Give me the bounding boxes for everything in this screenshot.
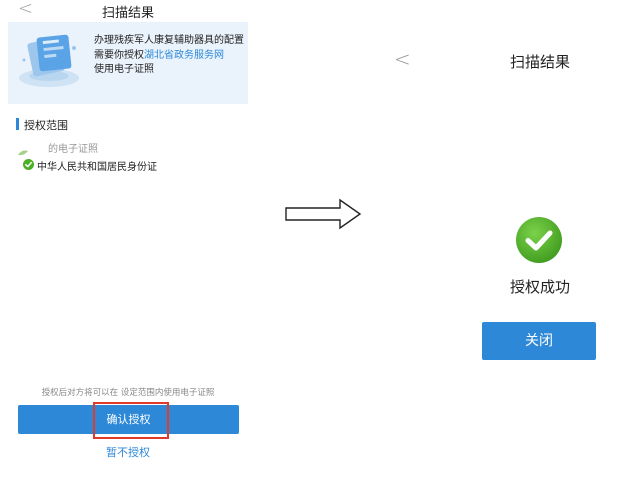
back-button[interactable]: < [394, 47, 411, 71]
authorization-hint: 授权后对方将可以在 设定范围内使用电子证照 [41, 388, 215, 398]
decline-authorization-link[interactable]: 暂不授权 [0, 444, 256, 460]
scope-subtitle: 的电子证照 [48, 144, 98, 155]
page-title: 扫描结果 [509, 53, 570, 71]
authorization-screen: < 扫描结果 办理残疾军人康复辅助器具的配置 需要你授权湖北省政务服务网 使用电… [0, 0, 256, 503]
right-arrow-icon [285, 198, 362, 230]
card-description: 办理残疾军人康复辅助器具的配置 需要你授权湖北省政务服务网 使用电子证照 [94, 34, 244, 78]
card-line-2: 需要你授权湖北省政务服务网 [94, 49, 244, 64]
leaf-icon [18, 150, 28, 156]
service-link[interactable]: 湖北省政务服务网 [144, 50, 224, 61]
result-screen: < 扫描结果 授权成功 关闭 [380, 0, 639, 503]
id-card-illustration [19, 34, 79, 87]
page-title: 扫描结果 [101, 6, 154, 21]
card-line-2-prefix: 需要你授权 [94, 49, 144, 61]
highlight-annotation [93, 402, 169, 439]
card-line-3: 使用电子证照 [94, 64, 154, 75]
section-marker [16, 118, 19, 130]
scope-item-id-card: 中华人民共和国居民身份证 [37, 162, 157, 173]
check-icon[interactable] [23, 159, 34, 170]
scope-title: 授权范围 [24, 119, 68, 132]
check-circle-icon [516, 217, 562, 263]
info-card: 办理残疾军人康复辅助器具的配置 需要你授权湖北省政务服务网 使用电子证照 [8, 22, 248, 104]
status-text: 授权成功 [509, 278, 570, 296]
card-line-1: 办理残疾军人康复辅助器具的配置 [94, 35, 244, 46]
close-button[interactable]: 关闭 [482, 322, 596, 360]
